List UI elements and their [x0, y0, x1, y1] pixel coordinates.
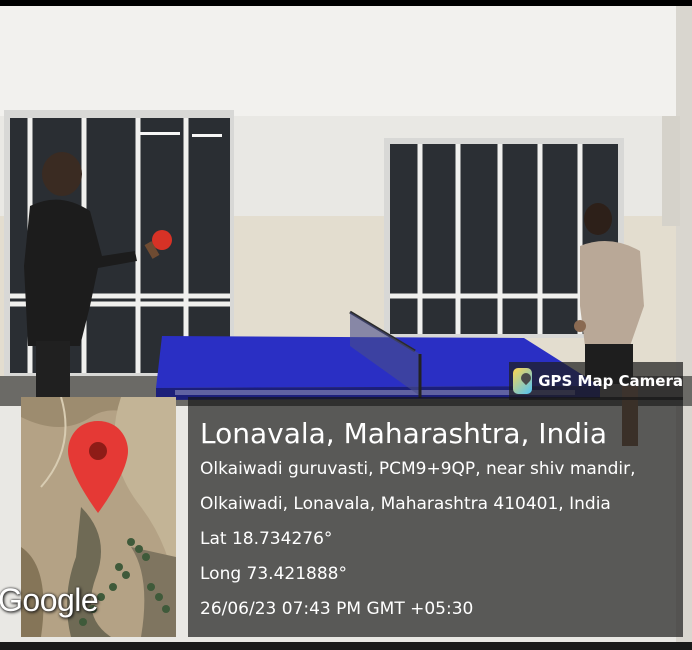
longitude: Long 73.421888° [200, 564, 347, 584]
location-info-panel: Lonavala, Maharashtra, India Olkaiwadi g… [188, 397, 683, 637]
gps-map-camera-badge: GPS Map Camera [509, 362, 683, 400]
google-watermark: Google [0, 582, 99, 618]
address-line-2: Olkaiwadi, Lonavala, Maharashtra 410401,… [200, 494, 611, 514]
gps-map-camera-app-icon [513, 368, 533, 394]
latitude: Lat 18.734276° [200, 529, 333, 549]
photo-frame: GPS Map Camera Google Lonavala, Maharash… [0, 0, 692, 650]
badge-label: GPS Map Camera [538, 372, 683, 390]
location-title: Lonavala, Maharashtra, India [200, 417, 607, 450]
bottom-border [0, 642, 692, 650]
timestamp: 26/06/23 07:43 PM GMT +05:30 [200, 599, 474, 619]
address-line-1: Olkaiwadi guruvasti, PCM9+9QP, near shiv… [200, 459, 636, 479]
